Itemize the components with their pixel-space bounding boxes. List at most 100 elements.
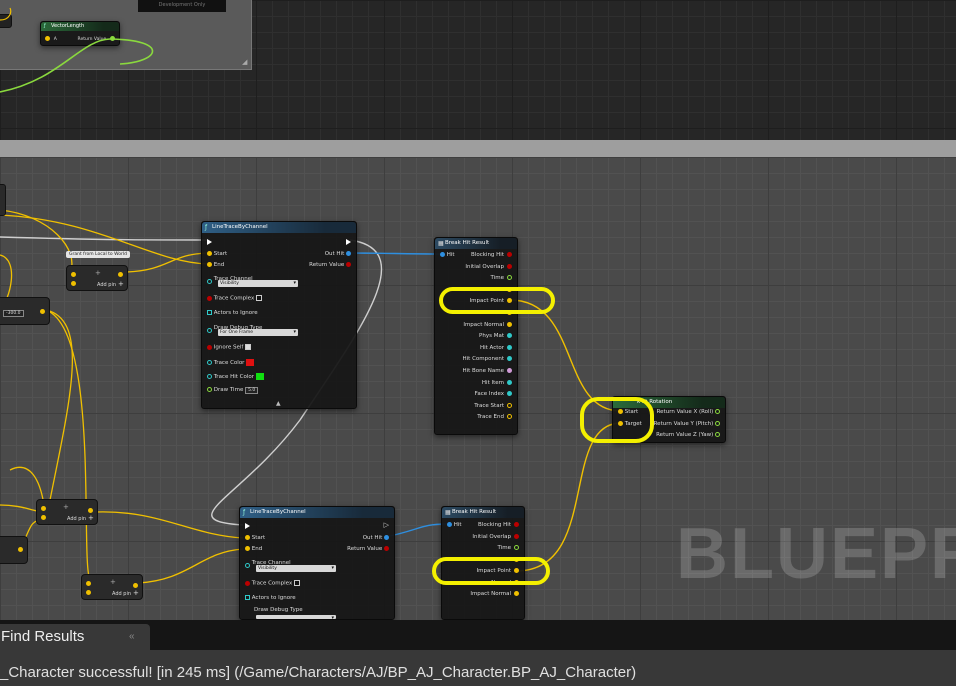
output-pin-icon[interactable] — [507, 252, 512, 257]
output-pin-row: Time — [491, 275, 512, 281]
partial-node-left-2[interactable] — [0, 536, 28, 564]
enum-pin-icon[interactable] — [245, 563, 250, 568]
tab-close-icon[interactable]: « — [129, 624, 135, 650]
output-pin-icon[interactable] — [514, 533, 519, 539]
enum-pin-icon[interactable] — [207, 279, 212, 284]
vector-pin-icon[interactable] — [71, 272, 76, 277]
trace-channel-dropdown[interactable]: Visibility — [218, 280, 298, 287]
panel-divider[interactable] — [0, 140, 956, 157]
line-trace-node-1[interactable]: ƒ LineTraceByChannel Start End Out Hit R… — [201, 221, 357, 409]
output-pin-icon[interactable] — [507, 379, 512, 385]
struct-in-pin-icon[interactable] — [440, 252, 445, 257]
bool-pin-icon[interactable] — [245, 580, 250, 586]
struct-out-pin-icon[interactable] — [384, 535, 389, 540]
draw-time-input[interactable]: 5.0 — [245, 387, 259, 394]
output-pin-icon[interactable] — [514, 522, 519, 527]
collapse-arrow-icon[interactable]: ▲ — [276, 400, 281, 407]
tab-find-results[interactable]: Find Results « — [0, 624, 150, 650]
vector-pin-icon[interactable] — [71, 281, 76, 286]
vector-pin-icon[interactable] — [207, 262, 212, 267]
vector-length-node[interactable]: ƒ VectorLength A Return Value — [40, 21, 120, 46]
top-graph-panel[interactable]: Development Only ƒ VectorLength A Return… — [0, 0, 956, 140]
output-pin-icon[interactable] — [514, 591, 519, 596]
exec-in-pin-icon[interactable] — [207, 239, 212, 245]
color-pin-icon[interactable] — [207, 360, 212, 365]
trace-color-swatch[interactable] — [246, 359, 255, 366]
bool-out-pin-icon[interactable] — [384, 546, 389, 551]
float-out-pin-icon[interactable] — [715, 421, 720, 426]
vector-out-pin-icon[interactable] — [88, 508, 93, 513]
struct-in-pin-icon[interactable] — [447, 522, 452, 527]
vector-pin-icon[interactable] — [86, 581, 91, 586]
start-label: Start — [251, 535, 266, 541]
exec-out-pin-icon[interactable]: ▷ — [384, 521, 389, 529]
output-pin-icon[interactable] — [507, 344, 512, 350]
struct-out-pin-icon[interactable] — [346, 251, 351, 256]
vector-pin-icon[interactable] — [245, 546, 250, 551]
add-pin-icon[interactable]: + — [133, 589, 139, 597]
output-pin-icon[interactable] — [507, 263, 512, 269]
vector-pin-icon[interactable] — [207, 251, 212, 256]
vector-out-pin-icon[interactable] — [18, 547, 23, 552]
vector-out-pin-icon[interactable] — [133, 583, 138, 588]
exec-out-pin-icon[interactable] — [346, 239, 351, 245]
vector-pin-icon[interactable] — [245, 535, 250, 540]
vector-pin-icon[interactable] — [86, 590, 91, 595]
float-out-pin-icon[interactable] — [715, 432, 720, 437]
float-node[interactable]: -300.0 — [0, 297, 50, 325]
vector-out-pin-icon[interactable] — [40, 309, 45, 314]
ignore-self-checkbox[interactable] — [245, 344, 252, 350]
output-pin-icon[interactable] — [507, 333, 512, 339]
resize-handle-icon[interactable]: ◢ — [242, 58, 250, 66]
output-pin-icon[interactable] — [514, 545, 519, 550]
float-out-pin-icon[interactable] — [715, 409, 720, 414]
break-hit-result-node-1[interactable]: ▦ Break Hit Result Hit Blocking Hit Initi… — [434, 237, 518, 435]
trace-hit-color-swatch[interactable] — [255, 373, 264, 380]
add-node-2[interactable]: + Add pin + — [36, 499, 98, 525]
vector-pin-icon[interactable] — [41, 506, 46, 511]
float-pin-icon[interactable] — [110, 36, 115, 41]
draw-debug-type-dropdown[interactable]: For One Frame — [218, 329, 298, 336]
add-pin-icon[interactable]: + — [118, 280, 124, 288]
output-pin-icon[interactable] — [507, 391, 512, 397]
vector-pin-icon[interactable] — [45, 36, 50, 41]
float-value-box[interactable]: -300.0 — [3, 310, 24, 317]
color-pin-icon[interactable] — [207, 374, 212, 379]
output-pin-icon[interactable] — [507, 321, 512, 327]
add-pin-icon[interactable]: + — [88, 514, 94, 522]
enum-pin-icon[interactable] — [207, 328, 212, 333]
return-value-label: Return Value — [309, 262, 345, 268]
trace-channel-dropdown[interactable]: Visibility — [256, 565, 336, 572]
output-pin-row: Initial Overlap — [472, 533, 519, 540]
bool-pin-icon[interactable] — [207, 295, 212, 301]
add-pin-label[interactable]: Add pin — [97, 282, 116, 288]
add-node-3[interactable]: + Add pin + — [81, 574, 143, 600]
return-value-label: Return Value — [77, 37, 107, 42]
trace-complex-label: Trace Complex — [213, 295, 255, 302]
bool-out-pin-icon[interactable] — [346, 262, 351, 267]
end-label: End — [251, 546, 263, 552]
vector-out-pin-icon[interactable] — [118, 272, 123, 277]
line-trace-node-2[interactable]: ƒ LineTraceByChannel ▷ Start End Out Hit… — [239, 506, 395, 622]
partial-node-left-1[interactable] — [0, 184, 6, 216]
output-pin-icon[interactable] — [507, 368, 512, 373]
add-node-1[interactable]: + Add pin + — [66, 265, 128, 291]
output-pin-icon[interactable] — [507, 275, 512, 281]
float-pin-icon[interactable] — [207, 387, 212, 392]
exec-in-pin-icon[interactable] — [245, 523, 250, 529]
trace-complex-checkbox[interactable] — [255, 295, 262, 301]
trace-complex-checkbox[interactable] — [293, 580, 300, 586]
output-pin-icon[interactable] — [507, 356, 512, 362]
array-pin-icon[interactable] — [245, 595, 250, 600]
bool-pin-icon[interactable] — [207, 344, 212, 350]
node-title: LineTraceByChannel — [212, 224, 268, 230]
output-pin-icon[interactable] — [507, 402, 512, 408]
vector-pin-icon[interactable] — [41, 515, 46, 520]
add-pin-label[interactable]: Add pin — [67, 516, 86, 522]
add-pin-label[interactable]: Add pin — [112, 591, 131, 597]
partial-node[interactable] — [0, 14, 12, 28]
array-pin-icon[interactable] — [207, 310, 212, 315]
output-pin-icon[interactable] — [507, 414, 512, 420]
plus-icon: + — [63, 503, 69, 511]
draw-debug-type-dropdown[interactable] — [256, 615, 336, 622]
